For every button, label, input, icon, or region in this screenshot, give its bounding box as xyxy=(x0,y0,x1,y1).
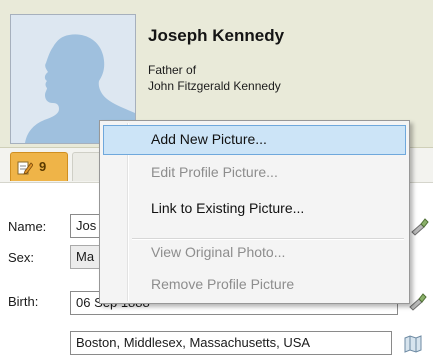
notes-pencil-icon xyxy=(17,161,33,175)
person-profile-panel: Joseph Kennedy Father of John Fitzgerald… xyxy=(0,0,433,362)
tab-notes[interactable]: 9 xyxy=(10,152,68,181)
birth-label: Birth: xyxy=(8,294,39,309)
birth-place-field[interactable]: Boston, Middlesex, Massachusetts, USA xyxy=(70,331,392,355)
menu-item-edit-profile-picture[interactable]: Edit Profile Picture... xyxy=(103,158,406,188)
edit-field-icon xyxy=(409,293,427,311)
context-menu: Add New Picture... Edit Profile Picture.… xyxy=(99,120,410,304)
edit-name-button[interactable] xyxy=(409,215,431,237)
menu-item-link-existing-picture[interactable]: Link to Existing Picture... xyxy=(103,194,406,224)
menu-item-remove-profile-picture[interactable]: Remove Profile Picture xyxy=(103,270,406,300)
relationship-line-2: John Fitzgerald Kennedy xyxy=(148,79,281,93)
menu-item-add-new-picture[interactable]: Add New Picture... xyxy=(103,125,406,155)
sex-label: Sex: xyxy=(8,250,35,265)
edit-field-icon xyxy=(411,218,429,236)
edit-birth-button[interactable] xyxy=(407,290,429,312)
menu-item-view-original-photo[interactable]: View Original Photo... xyxy=(103,238,406,268)
tab-secondary[interactable] xyxy=(72,152,102,181)
birth-place-map-button[interactable] xyxy=(402,333,424,355)
relationship-line-1: Father of xyxy=(148,63,197,77)
person-name: Joseph Kennedy xyxy=(148,26,285,45)
notes-count: 9 xyxy=(39,159,47,174)
map-icon xyxy=(404,335,422,353)
name-label: Name: xyxy=(8,219,47,234)
